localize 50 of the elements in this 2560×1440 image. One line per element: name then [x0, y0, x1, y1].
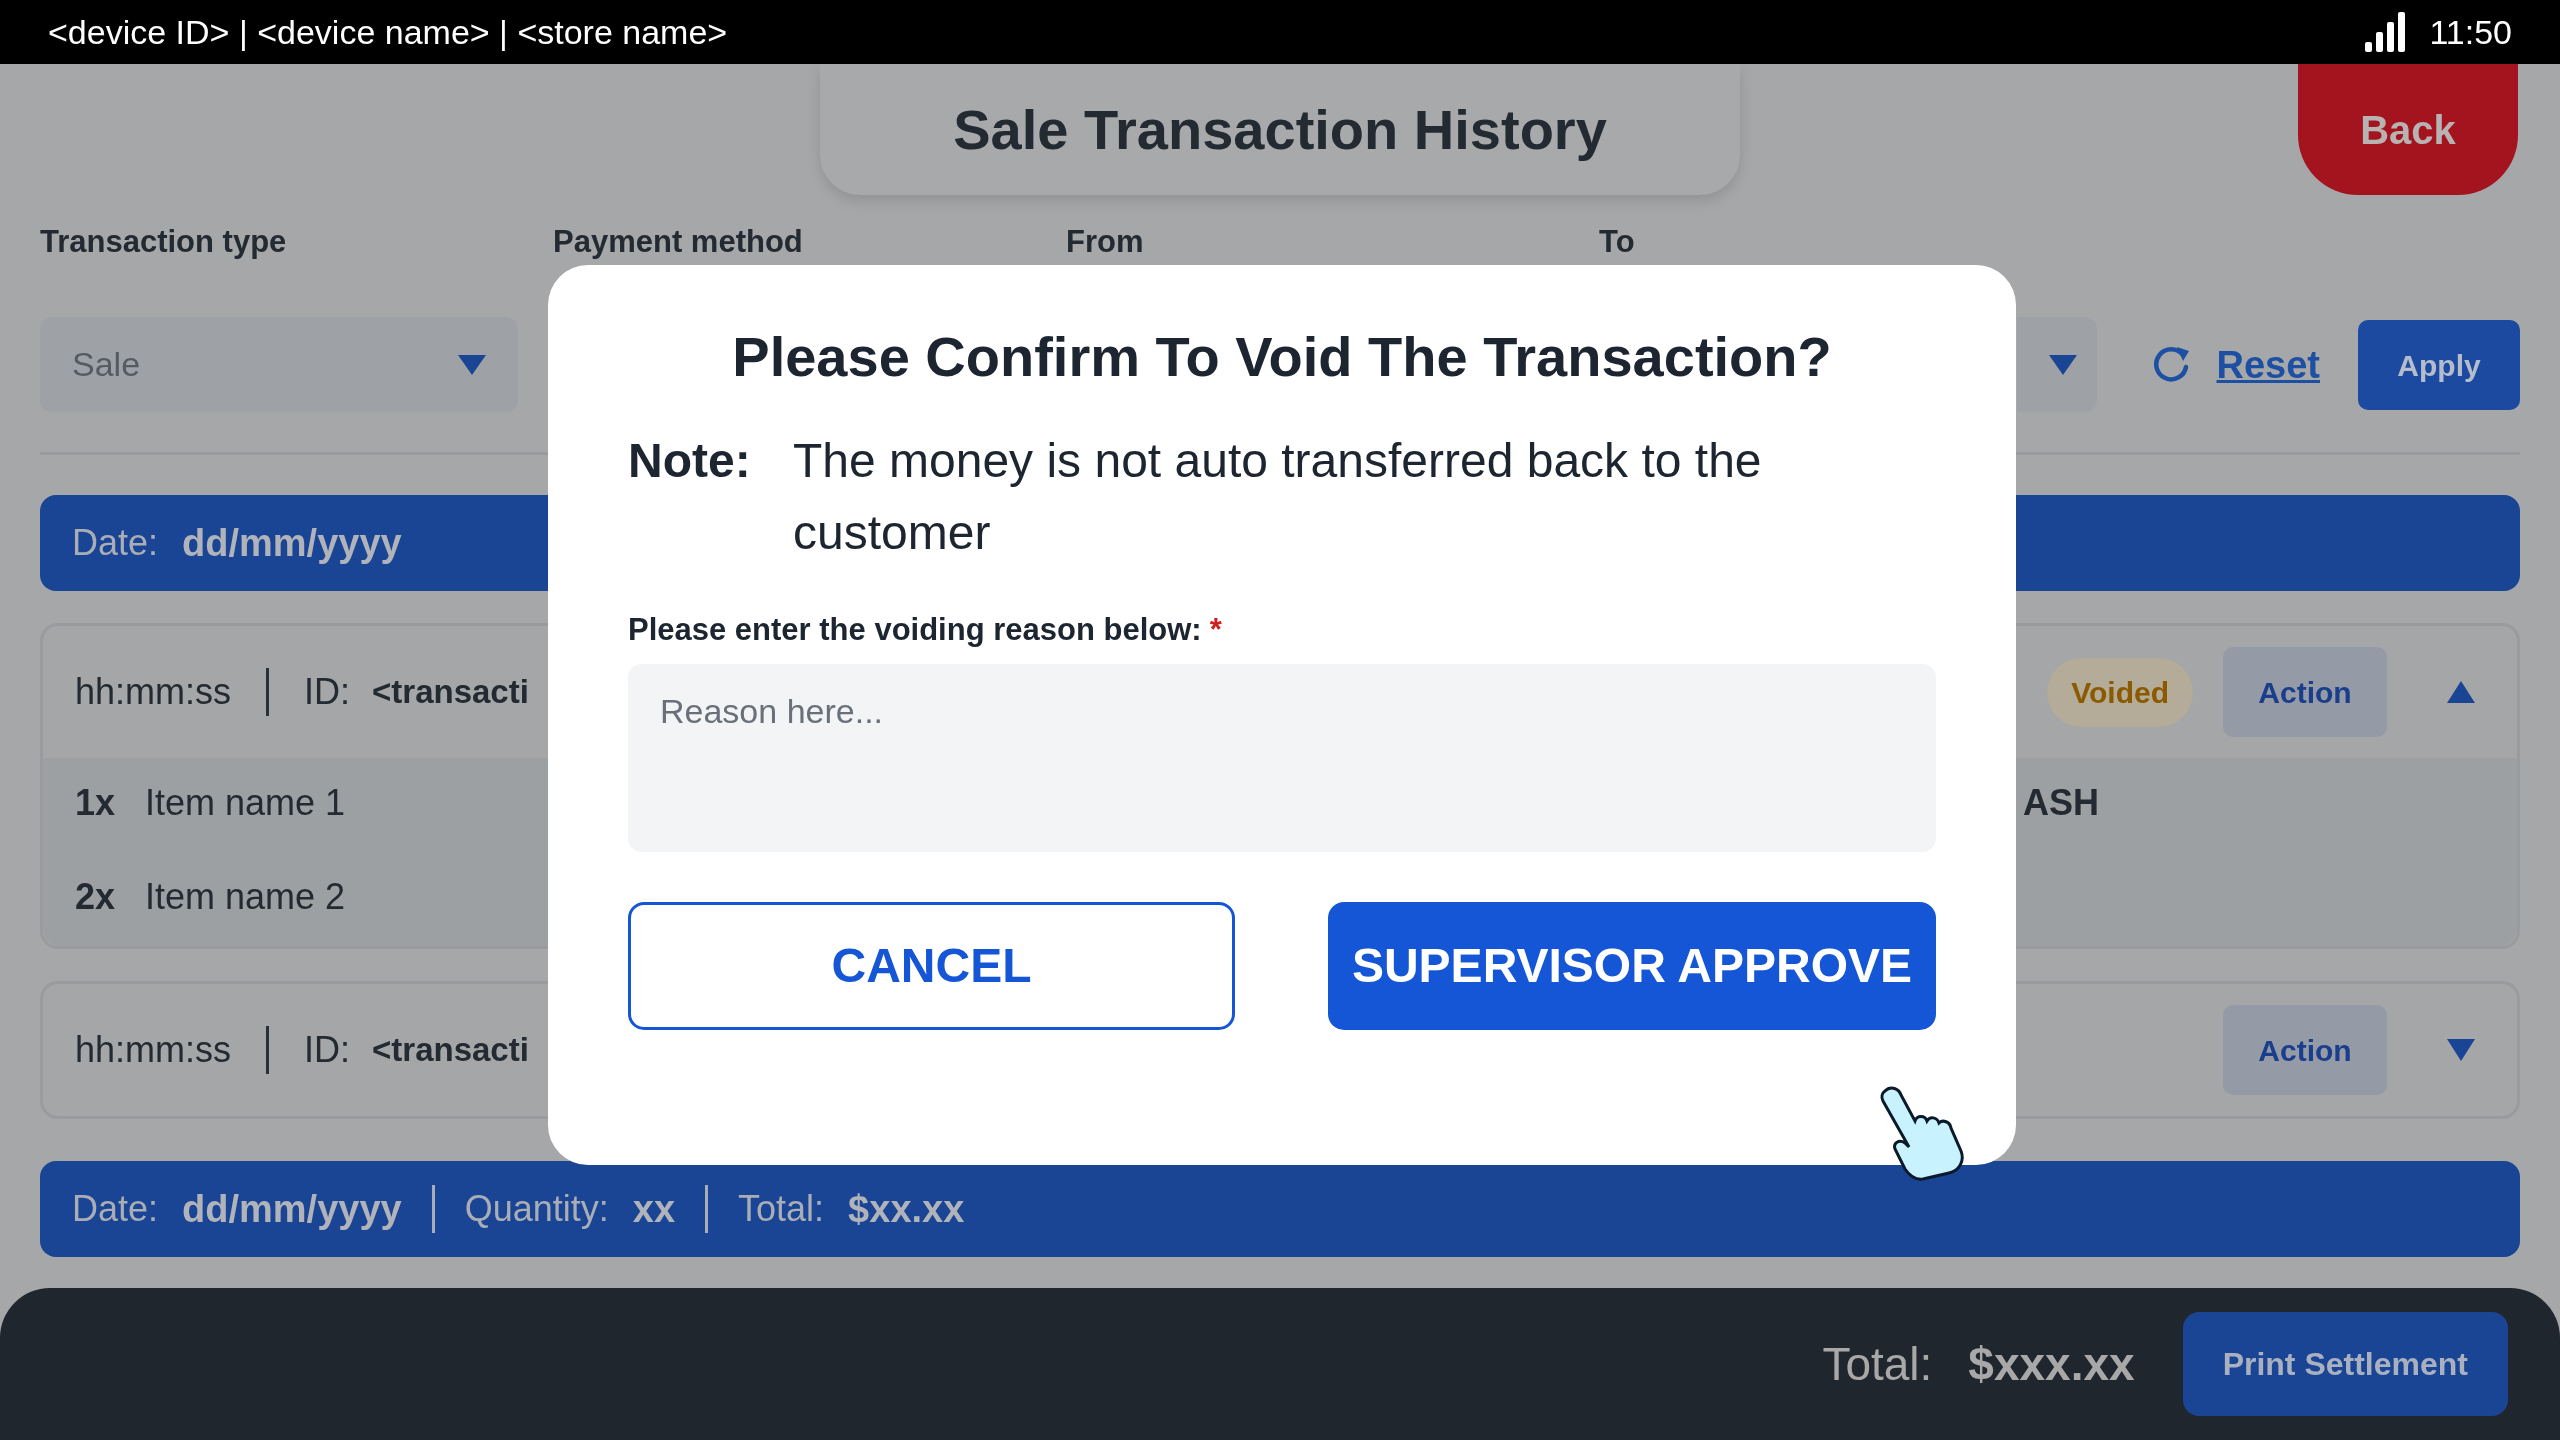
status-text: <device ID> | <device name> | <store name>	[48, 11, 728, 53]
time-text: hh:mm:ss	[75, 1028, 232, 1072]
time-text: hh:mm:ss	[75, 670, 232, 714]
summary-label: Quantity:	[464, 1191, 609, 1227]
item-name: Item name 2	[145, 875, 346, 919]
action-button[interactable]: Action	[2223, 647, 2387, 737]
caret-down-icon	[2049, 354, 2077, 375]
required-mark: *	[1209, 611, 1222, 649]
dropdown-field[interactable]	[2017, 317, 2097, 412]
filter-label: From	[1066, 226, 1145, 257]
id-label: ID:	[304, 670, 351, 714]
print-settlement-button[interactable]: Print Settlement	[2182, 1312, 2508, 1416]
apply-button[interactable]: Apply	[2358, 320, 2520, 410]
reset-link[interactable]: Reset	[2216, 336, 2320, 394]
page-title: Sale Transaction History	[820, 64, 1740, 195]
transaction-id: <transacti	[372, 672, 529, 713]
cancel-button[interactable]: CANCEL	[628, 901, 1235, 1030]
summary-label: Total:	[738, 1191, 825, 1227]
status-pill: Voided	[2047, 657, 2193, 727]
transaction-id: <transacti	[372, 1030, 529, 1071]
summary-value: dd/mm/yyyy	[182, 1190, 402, 1228]
item-quantity: 2x	[75, 875, 116, 919]
date-label: Date:	[72, 525, 159, 561]
signal-icon	[2365, 12, 2406, 52]
action-button[interactable]: Action	[2223, 1005, 2387, 1095]
summary-value: xx	[632, 1190, 676, 1228]
filter-label: Transaction type	[40, 226, 288, 257]
id-label: ID:	[304, 1028, 351, 1072]
payment-method: ASH	[2023, 781, 2100, 825]
item-name: Item name 1	[145, 781, 346, 825]
summary-value: dd/mm/yyyy	[182, 524, 402, 562]
filter-label: Payment method	[553, 226, 804, 257]
caret-down-icon[interactable]	[2447, 1039, 2475, 1061]
dialog-title: Please Confirm To Void The Transaction?	[732, 324, 1832, 390]
note-text: The money is not auto transferred back to the customer	[793, 433, 1763, 561]
clock-time: 11:50	[2429, 11, 2512, 53]
back-button[interactable]: Back	[2298, 64, 2518, 195]
item-quantity: 1x	[75, 781, 116, 825]
summary-value: $xx.xx	[848, 1190, 965, 1228]
reason-input-field[interactable]: Reason here...	[628, 663, 1936, 852]
total-value: $xxx.xx	[1968, 1336, 2135, 1392]
supervisor-approve-button[interactable]: SUPERVISOR APPROVE	[1328, 901, 1936, 1030]
caret-down-icon	[458, 354, 486, 375]
caret-up-icon[interactable]	[2447, 681, 2475, 703]
filter-label: To	[1599, 226, 1636, 257]
dropdown-field[interactable]: Sale	[40, 317, 518, 412]
summary-label: Date:	[72, 1191, 159, 1227]
total-label: Total:	[1822, 1336, 1933, 1392]
note-label: Note:	[628, 433, 752, 489]
reason-label: Please enter the voiding reason below:	[628, 611, 1202, 649]
